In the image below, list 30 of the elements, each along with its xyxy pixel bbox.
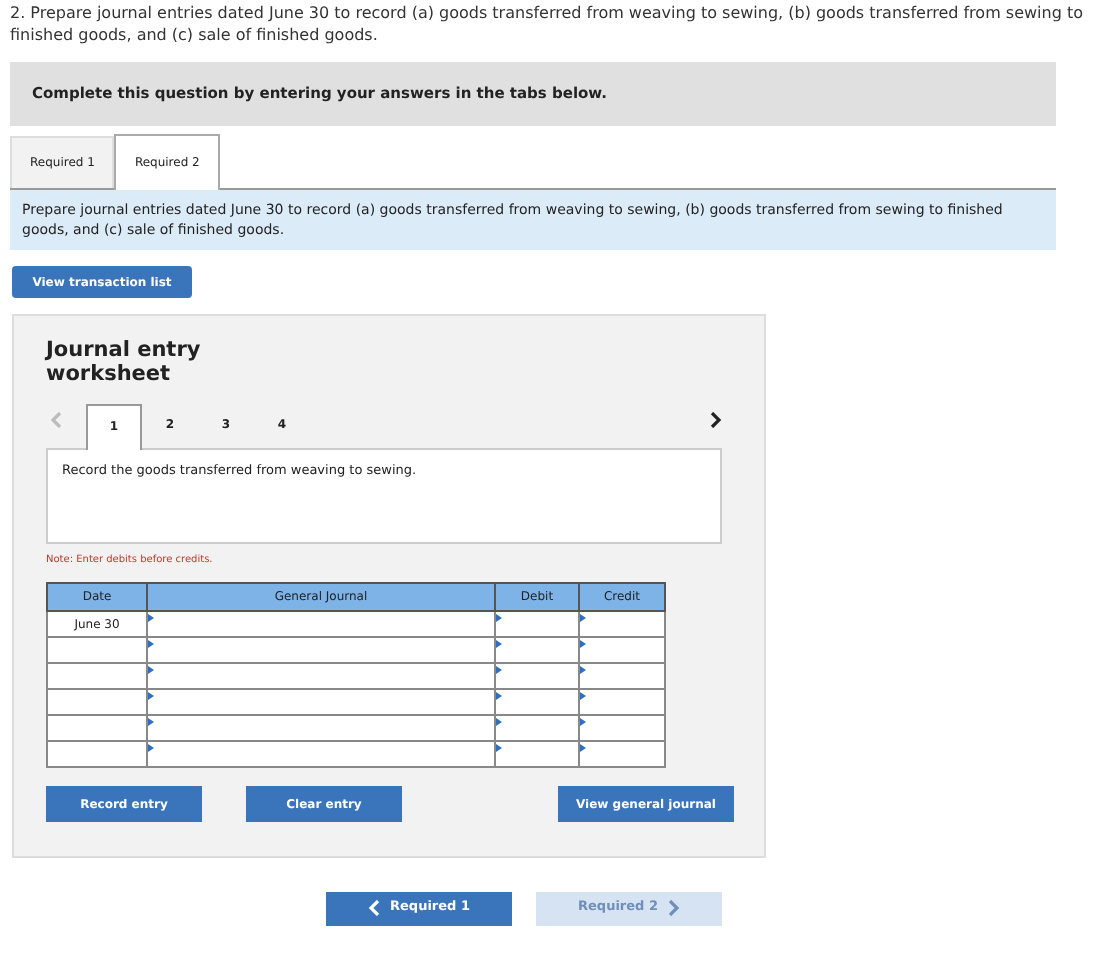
entry-field[interactable] — [579, 741, 665, 767]
next-button[interactable] — [710, 411, 722, 427]
entry-field[interactable] — [147, 637, 495, 663]
entry-field[interactable] — [579, 689, 665, 715]
entry-field[interactable] — [147, 611, 495, 637]
worksheet-title: Journal entry worksheet — [46, 337, 203, 385]
entry-field[interactable] — [147, 715, 495, 741]
date-cell — [47, 637, 147, 663]
entry-field[interactable] — [495, 611, 579, 637]
date-cell — [47, 715, 147, 741]
date-cell — [47, 689, 147, 715]
chevron-left-icon — [368, 900, 380, 916]
entry-field[interactable] — [495, 741, 579, 767]
question-text: 2. Prepare journal entries dated June 30 to record (a) goods transferred from weaving to sewing, (b) goods transferred from sewing to finished goods, and (c) sale of finished goods. — [8, 2, 1085, 46]
date-cell — [47, 663, 147, 689]
entry-field[interactable] — [495, 663, 579, 689]
entry-field[interactable] — [495, 715, 579, 741]
entry-field[interactable] — [579, 637, 665, 663]
entry-field[interactable] — [147, 689, 495, 715]
chevron-left-icon — [50, 411, 62, 427]
chevron-right-icon — [667, 900, 680, 916]
entry-field[interactable] — [147, 663, 495, 689]
entry-field[interactable] — [495, 637, 579, 663]
entry-field[interactable] — [579, 611, 665, 637]
chevron-right-icon — [710, 411, 722, 427]
entry-field[interactable] — [147, 741, 495, 767]
entry-field[interactable] — [495, 689, 579, 715]
entry-field[interactable] — [579, 663, 665, 689]
entry-field[interactable] — [579, 715, 665, 741]
date-cell — [47, 741, 147, 767]
